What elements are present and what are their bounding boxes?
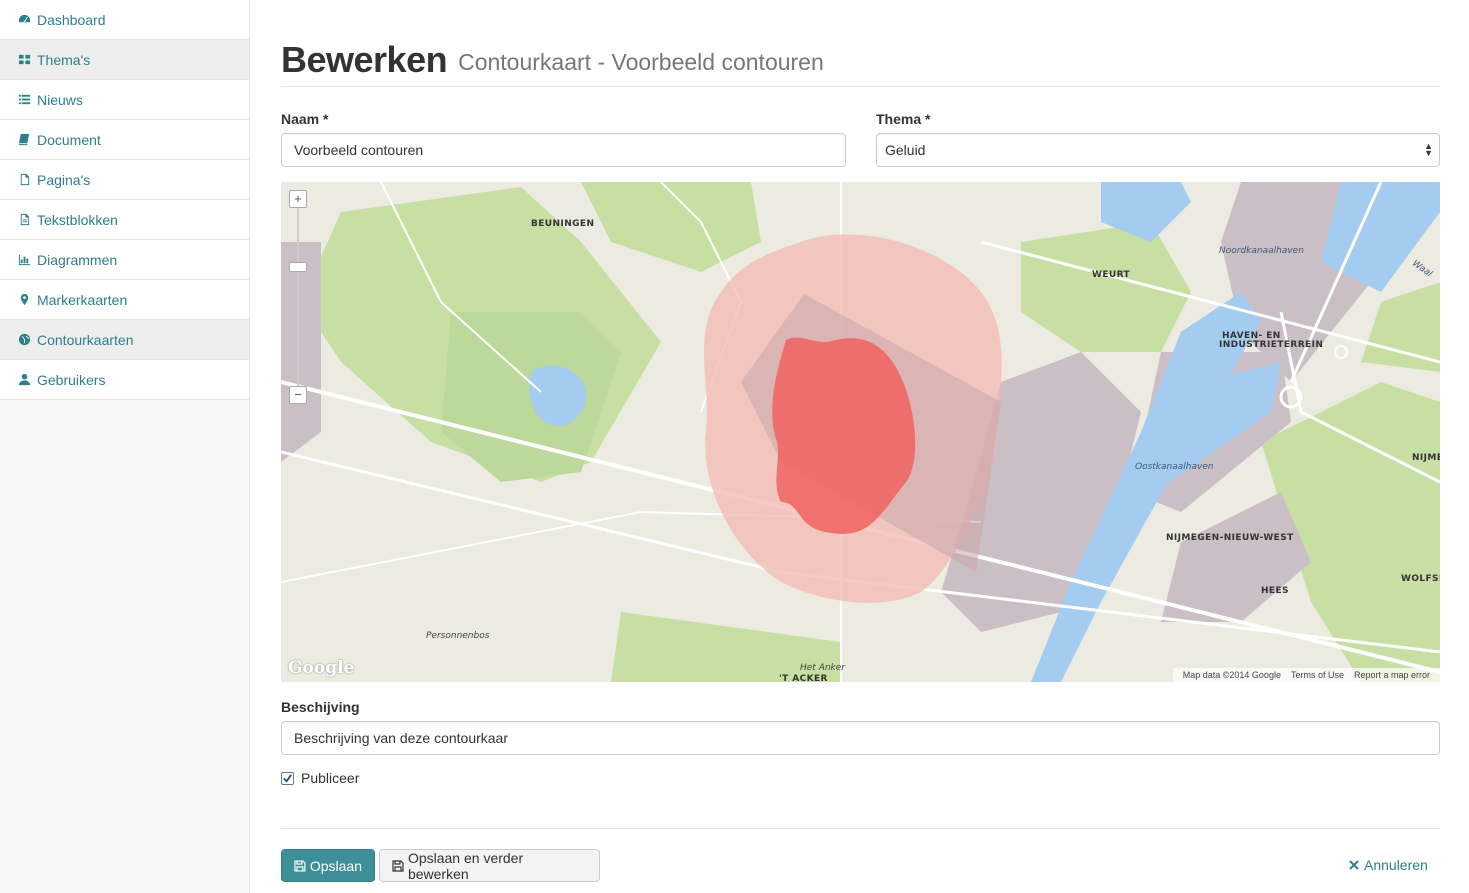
- page-title: Bewerken: [281, 39, 448, 80]
- sidebar-item-label: Thema's: [37, 51, 91, 68]
- publish-checkbox[interactable]: [281, 771, 294, 785]
- sidebar-item-label: Gebruikers: [37, 371, 106, 388]
- sidebar-item-tekstblokken[interactable]: Tekstblokken: [0, 200, 249, 240]
- google-logo: Google: [288, 658, 355, 678]
- bar-chart-icon: [17, 253, 31, 267]
- zoom-slider-track[interactable]: [297, 208, 299, 393]
- theme-select[interactable]: Geluid ▲ ▼: [876, 133, 1440, 167]
- sidebar-item-label: Nieuws: [37, 91, 83, 108]
- map-data-credit: Map data ©2014 Google: [1182, 670, 1281, 680]
- name-input[interactable]: Voorbeeld contouren: [281, 133, 846, 167]
- book-icon: [17, 133, 31, 147]
- close-icon: [1349, 860, 1359, 870]
- terms-of-use-link[interactable]: Terms of Use: [1291, 670, 1344, 680]
- save-button-label: Opslaan: [309, 857, 362, 874]
- sidebar-item-paginas[interactable]: Pagina's: [0, 160, 249, 200]
- map-label-nijme: NIJME: [1412, 453, 1440, 463]
- file-text-icon: [17, 213, 31, 227]
- map-tiles: [281, 182, 1440, 682]
- zoom-in-button[interactable]: +: [289, 190, 307, 208]
- map-label-personnenbos: Personnenbos: [426, 631, 490, 641]
- sidebar-item-label: Dashboard: [37, 11, 106, 28]
- sidebar-item-contourkaarten[interactable]: Contourkaarten: [0, 320, 249, 360]
- globe-icon: [17, 333, 31, 347]
- theme-label: Thema *: [876, 111, 931, 127]
- sidebar-item-diagrammen[interactable]: Diagrammen: [0, 240, 249, 280]
- list-icon: [17, 93, 31, 107]
- page-header: Bewerken Contourkaart - Voorbeeld contou…: [281, 40, 1440, 87]
- sidebar-item-label: Contourkaarten: [37, 331, 134, 348]
- map-label-weurt: WEURT: [1092, 270, 1131, 280]
- theme-select-value: Geluid: [885, 142, 926, 158]
- select-arrows-icon: ▲ ▼: [1424, 141, 1433, 158]
- map-label-oostkanaalhaven: Oostkanaalhaven: [1135, 462, 1214, 472]
- sidebar-item-gebruikers[interactable]: Gebruikers: [0, 360, 249, 400]
- map-attribution: Map data ©2014 Google Terms of Use Repor…: [1172, 668, 1440, 682]
- name-input-value: Voorbeeld contouren: [294, 142, 424, 158]
- sidebar-item-label: Markerkaarten: [37, 291, 128, 308]
- zoom-out-button[interactable]: −: [289, 386, 307, 404]
- form-divider: [281, 828, 1440, 829]
- floppy-disk-icon: [392, 859, 404, 872]
- sidebar-item-themas[interactable]: Thema's: [0, 40, 249, 80]
- map-label-nijmegen-west: NIJMEGEN-NIEUW-WEST: [1166, 533, 1294, 543]
- zoom-slider-handle[interactable]: [289, 262, 307, 272]
- user-icon: [17, 373, 31, 387]
- publish-row: Publiceer: [281, 770, 359, 786]
- sidebar-item-nieuws[interactable]: Nieuws: [0, 80, 249, 120]
- map-label-haven2: INDUSTRIETERREIN: [1219, 340, 1324, 350]
- sidebar-item-label: Pagina's: [37, 171, 91, 188]
- description-label: Beschijving: [281, 699, 360, 715]
- grid-icon: [17, 53, 31, 67]
- name-label: Naam *: [281, 111, 329, 127]
- map-label-hees: HEES: [1261, 586, 1289, 596]
- floppy-disk-icon: [294, 859, 306, 872]
- publish-label: Publiceer: [301, 770, 360, 786]
- description-input[interactable]: Beschrijving van deze contourkaar: [281, 721, 1440, 755]
- description-input-value: Beschrijving van deze contourkaar: [294, 730, 509, 746]
- sidebar-item-label: Diagrammen: [37, 251, 118, 268]
- dashboard-icon: [17, 13, 31, 27]
- map-marker-icon: [17, 293, 31, 307]
- contour-map[interactable]: BEUNINGEN WEURT Noordkanaalhaven Waal HA…: [281, 182, 1440, 682]
- file-icon: [17, 173, 31, 187]
- sidebar-item-dashboard[interactable]: Dashboard: [0, 0, 249, 40]
- cancel-link[interactable]: Annuleren: [1349, 857, 1428, 873]
- map-label-noordkanaalhaven: Noordkanaalhaven: [1219, 246, 1304, 256]
- sidebar-item-label: Document: [37, 131, 101, 148]
- page-subtitle: Contourkaart - Voorbeeld contouren: [458, 49, 824, 75]
- report-map-error-link[interactable]: Report a map error: [1354, 670, 1430, 680]
- sidebar-item-document[interactable]: Document: [0, 120, 249, 160]
- map-label-t-acker: 'T ACKER: [779, 674, 828, 682]
- sidebar: Dashboard Thema's Nieuws Document Pagina…: [0, 0, 250, 893]
- save-button[interactable]: Opslaan: [281, 849, 375, 882]
- save-continue-button-label: Opslaan en verder bewerken: [407, 849, 524, 882]
- sidebar-item-label: Tekstblokken: [37, 211, 118, 228]
- sidebar-item-markerkaarten[interactable]: Markerkaarten: [0, 280, 249, 320]
- cancel-link-label: Annuleren: [1364, 857, 1428, 873]
- main-content: Bewerken Contourkaart - Voorbeeld contou…: [281, 0, 1440, 893]
- map-label-beuningen: BEUNINGEN: [531, 219, 595, 229]
- map-label-het-anker: Het Anker: [800, 663, 846, 673]
- map-label-wolfsk: WOLFSK: [1401, 574, 1440, 584]
- checkmark-icon: [283, 773, 292, 783]
- save-continue-button[interactable]: Opslaan en verder bewerken: [379, 849, 600, 882]
